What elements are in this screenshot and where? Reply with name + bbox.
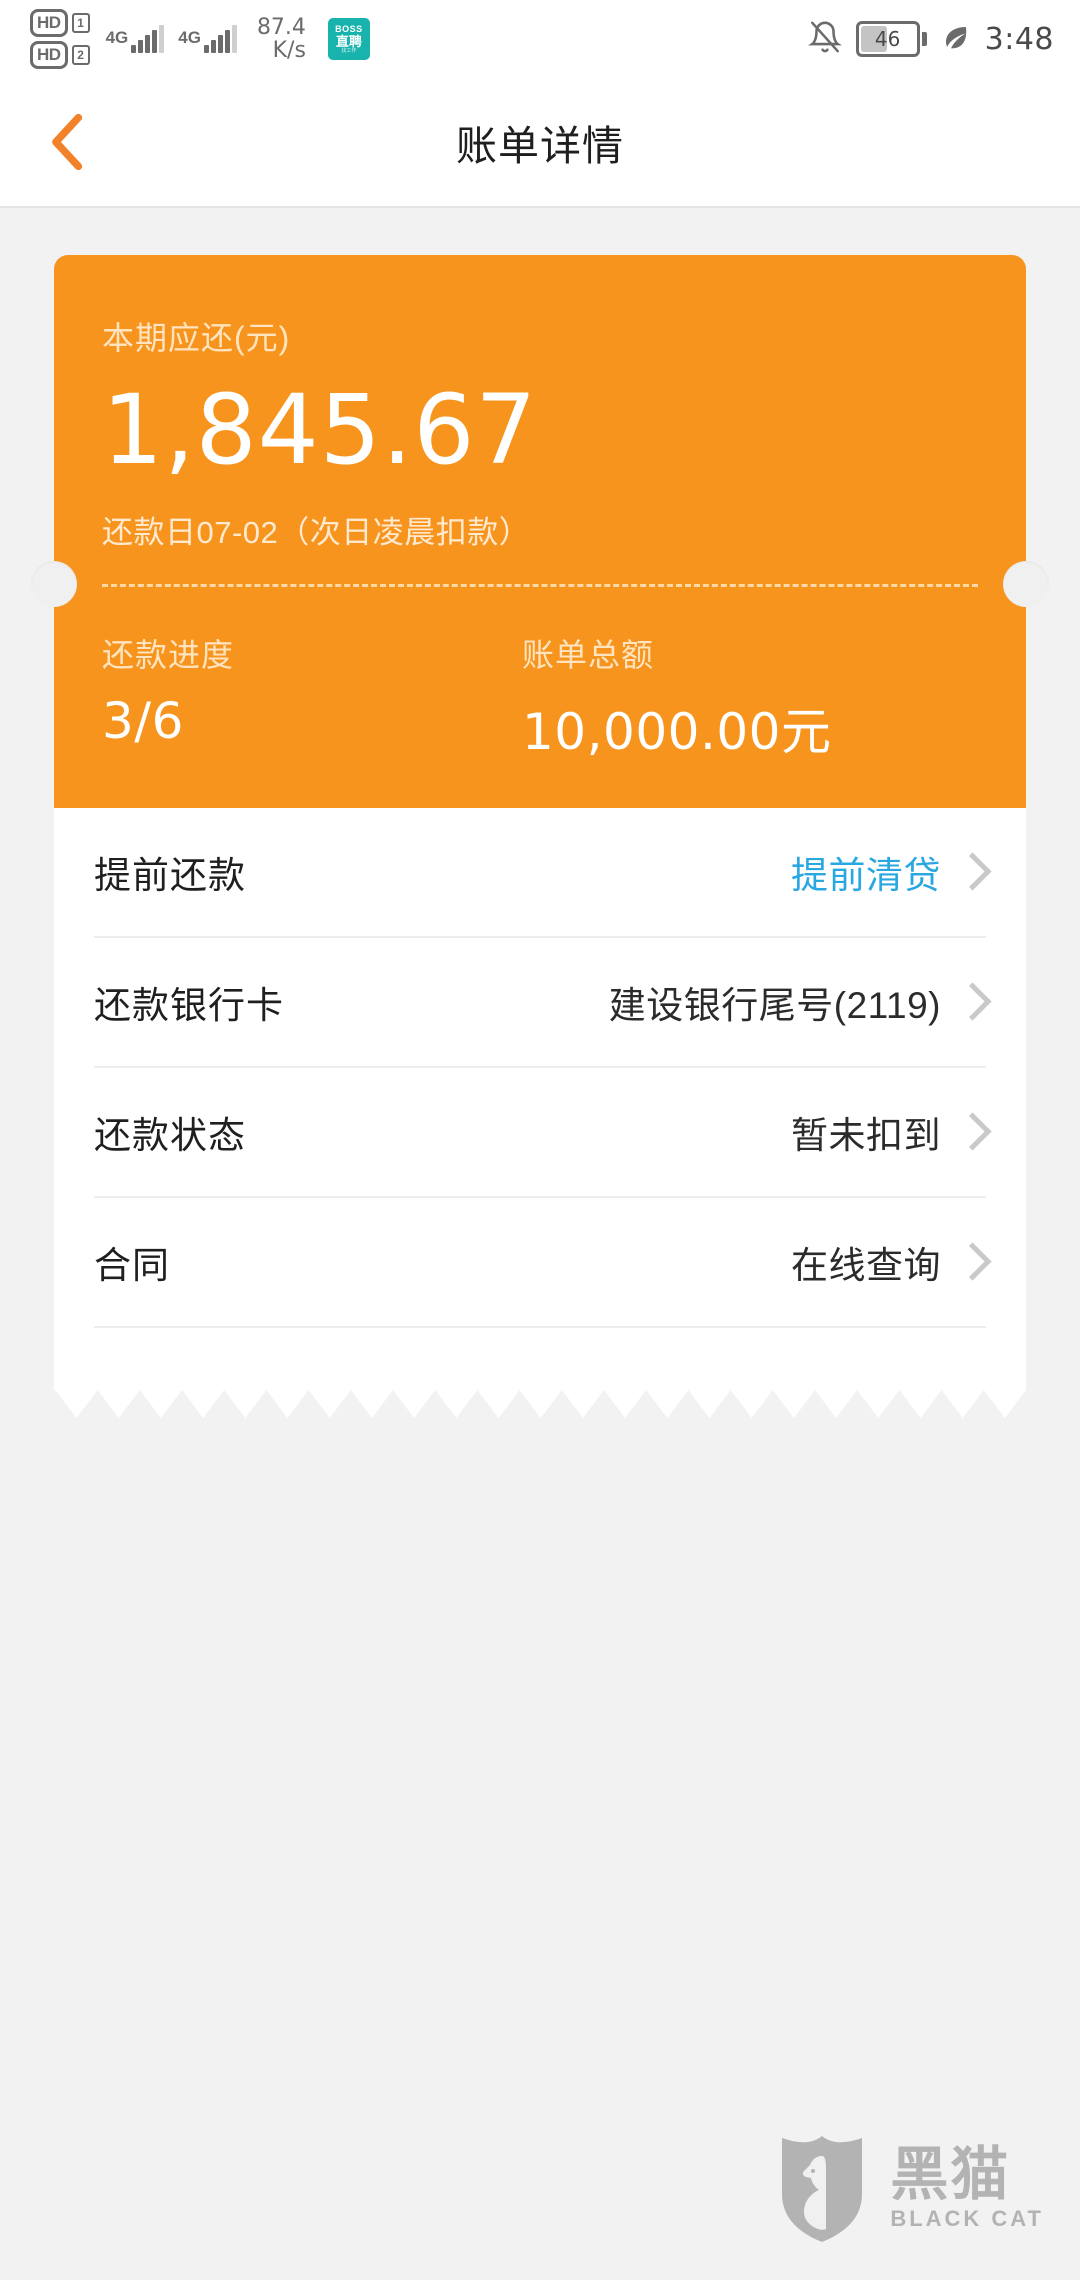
hd-badge-icon-1: HD xyxy=(30,9,68,37)
page-title: 账单详情 xyxy=(456,123,624,169)
black-cat-shield-logo xyxy=(782,2136,863,2242)
row-value: 提前清贷 xyxy=(791,854,941,896)
network-speed-unit: K/s xyxy=(272,38,306,63)
bill-total-value: 10,000.00元 xyxy=(522,702,832,761)
network-type-label-2: 4G xyxy=(178,28,201,47)
row-label: 还款银行卡 xyxy=(94,984,284,1026)
power-saving-leaf-icon xyxy=(941,22,971,57)
ticket-zigzag-edge xyxy=(54,1389,1026,1418)
row-contract[interactable]: 合同 在线查询 xyxy=(94,1198,992,1328)
boss-icon-line3: 找工作 xyxy=(341,47,357,54)
network-speed-value: 87.4 xyxy=(256,15,306,40)
signal-group-1: 4G xyxy=(106,25,165,53)
list-bottom-spacer xyxy=(54,1327,1026,1390)
sim1-hd-row: HD 1 xyxy=(30,9,90,37)
bill-detail-list: 提前还款 提前清贷 还款银行卡 建设银行尾号(2119) 还款状态 暂未扣到 合… xyxy=(54,807,1026,1328)
network-type-label-1: 4G xyxy=(105,28,129,47)
chevron-right-icon xyxy=(953,982,992,1021)
watermark-en-text: BLACK CAT xyxy=(890,2206,1044,2231)
row-label: 提前还款 xyxy=(94,854,246,896)
due-amount-value: 1,845.67 xyxy=(102,374,538,486)
ticket-perforation xyxy=(31,551,1049,616)
row-repayment-bank-card[interactable]: 还款银行卡 建设银行尾号(2119) xyxy=(94,938,992,1068)
bill-total-label: 账单总额 xyxy=(522,636,655,673)
row-value: 暂未扣到 xyxy=(791,1114,941,1156)
hd-badge-icon-2: HD xyxy=(30,41,68,69)
network-speed-indicator: 87.4 K/s xyxy=(257,16,306,62)
dual-sim-hd-indicators: HD 1 HD 2 xyxy=(30,9,90,69)
row-label: 还款状态 xyxy=(94,1114,246,1156)
battery-icon: 46 xyxy=(855,21,927,57)
row-right: 建设银行尾号(2119) xyxy=(608,975,992,1029)
bill-total-stat: 账单总额 10,000.00元 xyxy=(522,630,831,764)
row-early-repayment[interactable]: 提前还款 提前清贷 xyxy=(94,808,992,938)
sim2-hd-row: HD 2 xyxy=(30,41,90,69)
sim-number-2: 2 xyxy=(71,45,90,65)
app-header: 账单详情 xyxy=(0,78,1080,208)
due-date-note: 还款日07-02（次日凌晨扣款） xyxy=(102,514,531,550)
boss-zhipin-app-icon: BOSS 直聘 找工作 xyxy=(327,18,370,60)
ticket-notch-left xyxy=(31,560,77,607)
row-value: 在线查询 xyxy=(791,1244,941,1286)
bell-muted-icon xyxy=(807,20,842,59)
row-repayment-status[interactable]: 还款状态 暂未扣到 xyxy=(94,1068,992,1198)
battery-level-text: 46 xyxy=(874,27,901,51)
due-amount-label: 本期应还(元) xyxy=(102,320,291,356)
repayment-progress-stat: 还款进度 3/6 xyxy=(102,630,522,764)
ticket-dashed-divider xyxy=(102,583,978,587)
signal-bars-icon-1 xyxy=(131,25,165,53)
status-bar-left: HD 1 HD 2 4G 4G 87.4 K/s BOSS 直聘 找工作 xyxy=(30,9,370,69)
row-value: 建设银行尾号(2119) xyxy=(608,984,941,1026)
row-right: 提前清贷 xyxy=(791,845,992,899)
signal-group-2: 4G xyxy=(178,25,237,53)
ticket-notch-right xyxy=(1003,560,1049,607)
sim-number-1: 1 xyxy=(71,13,90,33)
status-bar: HD 1 HD 2 4G 4G 87.4 K/s BOSS 直聘 找工作 46 … xyxy=(0,0,1080,78)
watermark-text: 黑猫 BLACK CAT xyxy=(890,2146,1044,2230)
watermark-cn-text: 黑猫 xyxy=(890,2142,1011,2207)
chevron-right-icon xyxy=(953,1242,992,1281)
bill-ticket-card: 本期应还(元) 1,845.67 还款日07-02（次日凌晨扣款） 还款进度 3… xyxy=(31,255,1049,1418)
black-cat-watermark: 黑猫 BLACK CAT xyxy=(776,2132,1044,2244)
repayment-progress-value: 3/6 xyxy=(102,691,184,750)
row-right: 暂未扣到 xyxy=(791,1105,992,1159)
bill-stats-section: 还款进度 3/6 账单总额 10,000.00元 xyxy=(54,615,1026,808)
chevron-right-icon xyxy=(953,852,992,891)
bill-summary-section: 本期应还(元) 1,845.67 还款日07-02（次日凌晨扣款） xyxy=(54,255,1026,552)
repayment-progress-label: 还款进度 xyxy=(102,636,235,673)
status-bar-right: 46 3:48 xyxy=(807,20,1054,59)
boss-icon-line2: 直聘 xyxy=(335,33,362,49)
signal-bars-icon-2 xyxy=(203,25,237,53)
chevron-right-icon xyxy=(953,1112,992,1151)
clock-time: 3:48 xyxy=(984,21,1054,57)
boss-icon-line1: BOSS xyxy=(335,23,363,34)
row-right: 在线查询 xyxy=(791,1235,992,1289)
row-label: 合同 xyxy=(94,1244,170,1286)
